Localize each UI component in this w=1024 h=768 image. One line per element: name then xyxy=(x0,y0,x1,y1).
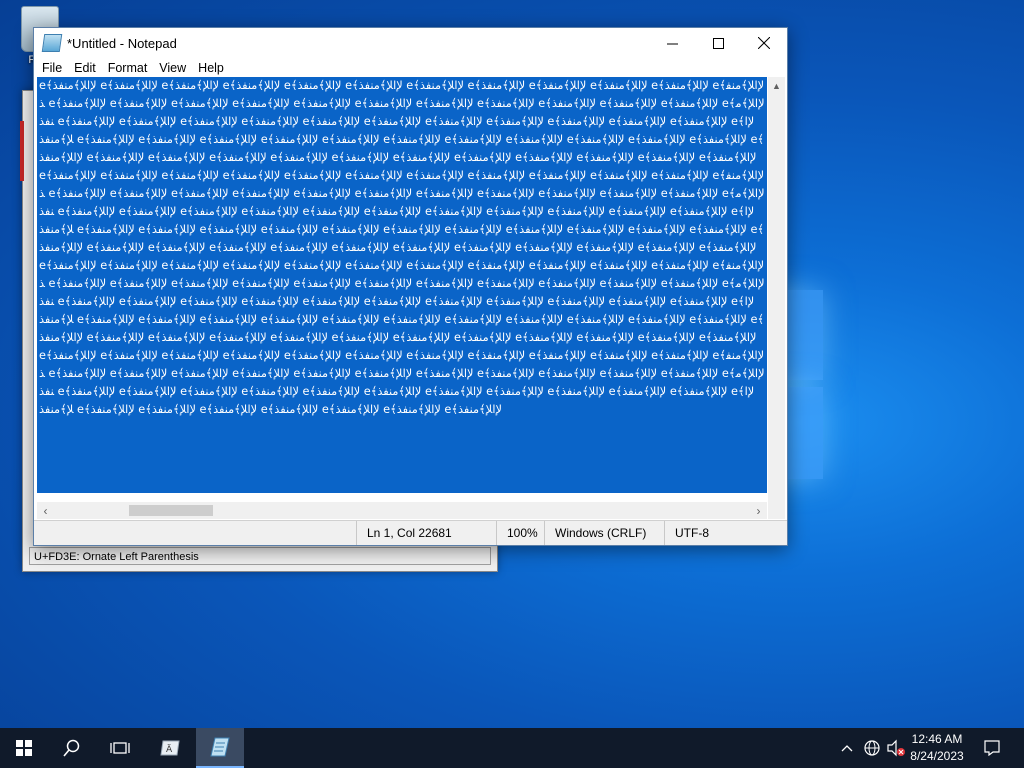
search-button[interactable] xyxy=(48,728,96,768)
notepad-titlebar[interactable]: *Untitled - Notepad xyxy=(34,28,787,58)
notification-icon xyxy=(984,740,1000,756)
status-encoding: UTF-8 xyxy=(664,521,787,545)
volume-button[interactable] xyxy=(884,728,908,768)
close-icon xyxy=(758,37,770,49)
menu-bar: File Edit Format View Help xyxy=(34,58,787,77)
charmap-edge-accent xyxy=(20,121,24,181)
notepad-taskbar-icon xyxy=(210,737,230,757)
horizontal-scroll-thumb[interactable] xyxy=(129,505,213,516)
start-button[interactable] xyxy=(0,728,48,768)
windows-start-icon xyxy=(16,740,32,756)
horizontal-scrollbar[interactable]: ‹ › xyxy=(37,502,767,519)
editor-content: e﴾ﻹﺍﻺ﴾ﻣﻨﻔﺬ e﴾ﻹﺍﻺ﴾ﻣﻨﻔﺬ e﴾ﻹﺍﻺ﴾ﻣﻨﻔﺬ e﴾ﻹﺍﻺ﴾ﻣ… xyxy=(39,79,765,416)
scroll-up-icon[interactable]: ▲ xyxy=(768,77,785,94)
show-hidden-icons-button[interactable] xyxy=(836,728,858,768)
menu-edit[interactable]: Edit xyxy=(68,61,102,75)
charmap-status-text: U+FD3E: Ornate Left Parenthesis xyxy=(29,547,491,565)
status-zoom: 100% xyxy=(496,521,544,545)
chevron-up-icon xyxy=(841,745,853,752)
network-button[interactable] xyxy=(860,728,884,768)
clock-time: 12:46 AM xyxy=(911,732,963,746)
vertical-scrollbar[interactable]: ▲ xyxy=(768,77,785,502)
task-view-icon xyxy=(110,742,130,754)
menu-view[interactable]: View xyxy=(153,61,192,75)
maximize-button[interactable] xyxy=(695,28,741,58)
scrollbar-corner xyxy=(768,502,785,519)
clock-date: 8/24/2023 xyxy=(910,749,964,763)
menu-help[interactable]: Help xyxy=(192,61,230,75)
scroll-right-icon[interactable]: › xyxy=(750,502,767,519)
minimize-icon xyxy=(666,43,678,44)
network-globe-icon xyxy=(864,740,880,756)
character-map-icon: Ä xyxy=(160,740,180,756)
status-bar: Ln 1, Col 22681 100% Windows (CRLF) UTF-… xyxy=(34,520,787,545)
window-title: *Untitled - Notepad xyxy=(67,35,177,51)
close-button[interactable] xyxy=(741,28,787,58)
scroll-left-icon[interactable]: ‹ xyxy=(37,502,54,519)
search-icon xyxy=(63,739,80,757)
taskbar: Ä 12:46 AM 8/24/2023 xyxy=(0,728,1024,768)
status-line-ending: Windows (CRLF) xyxy=(544,521,664,545)
notepad-window[interactable]: *Untitled - Notepad File Edit Format Vie… xyxy=(33,27,788,546)
menu-format[interactable]: Format xyxy=(102,61,154,75)
notifications-button[interactable] xyxy=(976,728,1008,768)
taskbar-charmap[interactable]: Ä xyxy=(146,728,194,768)
svg-text:Ä: Ä xyxy=(166,744,173,755)
menu-file[interactable]: File xyxy=(36,61,68,75)
minimize-button[interactable] xyxy=(649,28,695,58)
taskbar-notepad[interactable] xyxy=(196,728,244,768)
notepad-icon xyxy=(41,34,63,52)
task-view-button[interactable] xyxy=(96,728,144,768)
taskbar-clock[interactable]: 12:46 AM 8/24/2023 xyxy=(906,731,968,765)
text-editor[interactable]: e﴾ﻹﺍﻺ﴾ﻣﻨﻔﺬ e﴾ﻹﺍﻺ﴾ﻣﻨﻔﺬ e﴾ﻹﺍﻺ﴾ﻣﻨﻔﺬ e﴾ﻹﺍﻺ﴾ﻣ… xyxy=(37,77,767,502)
volume-muted-icon xyxy=(887,739,905,757)
status-position: Ln 1, Col 22681 xyxy=(356,521,496,545)
maximize-icon xyxy=(712,37,724,49)
